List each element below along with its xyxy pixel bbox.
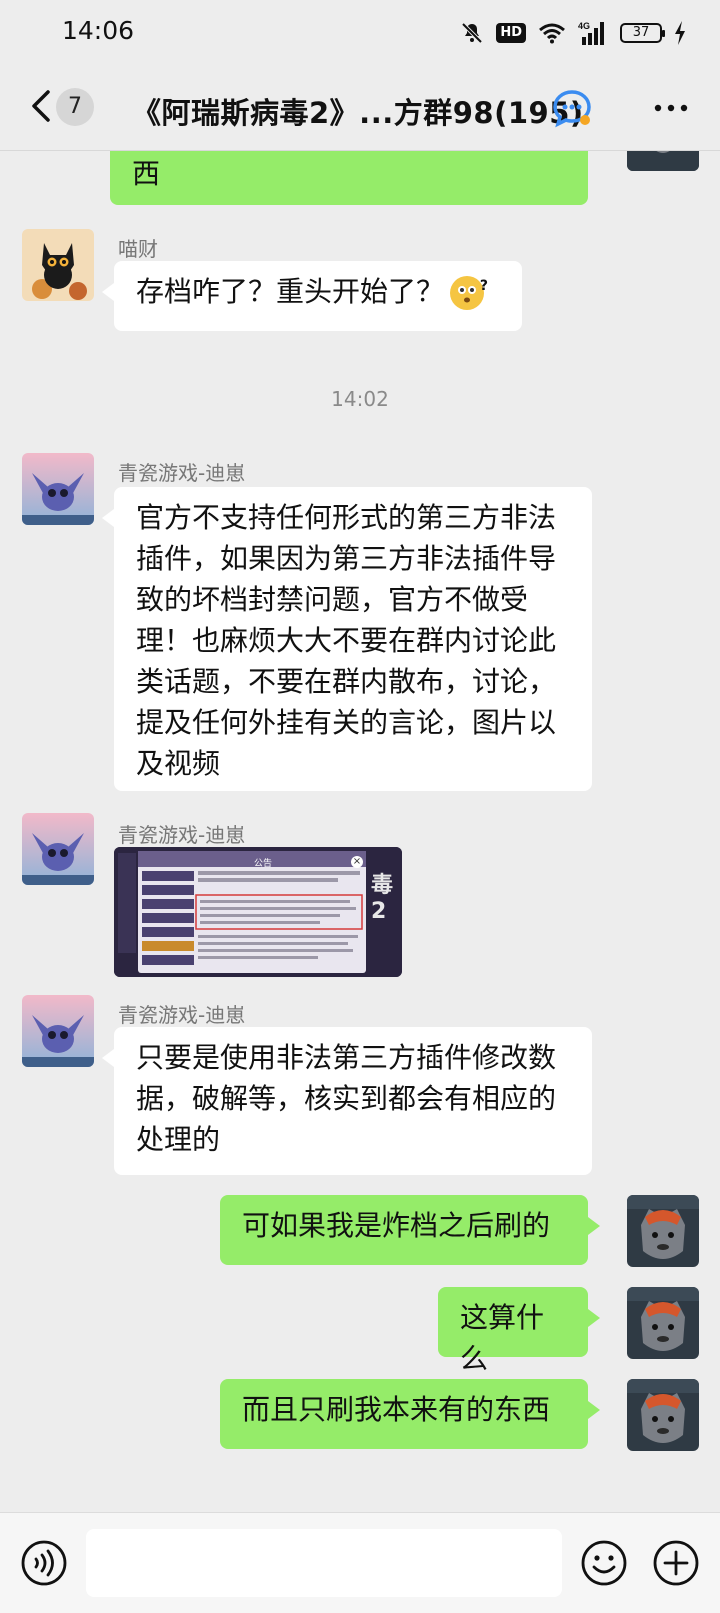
confused-emoji-icon: ? (450, 276, 488, 310)
close-icon: × (351, 856, 363, 868)
status-time: 14:06 (62, 16, 135, 45)
message-text: 只要是使用非法第三方插件修改数据，破解等，核实到都会有相应的处理的 (136, 1041, 557, 1156)
message-text: 官方不支持任何形式的第三方非法插件，如果因为第三方非法插件导致的坏档封禁问题，官… (136, 501, 557, 780)
sender-name: 青瓷游戏-迪崽 (118, 823, 246, 847)
back-icon[interactable] (28, 86, 54, 126)
sender-avatar[interactable] (22, 813, 94, 885)
message-bubble-outgoing[interactable]: 西 (110, 151, 588, 205)
mute-icon (461, 22, 483, 44)
image-game-badge: 毒2 (371, 873, 394, 924)
message-bubble-outgoing[interactable]: 而且只刷我本来有的东西 (220, 1379, 600, 1449)
message-text: 存档咋了？重头开始了？ (136, 275, 445, 308)
more-icon[interactable] (652, 96, 690, 120)
service-icon[interactable] (552, 88, 594, 128)
sender-name: 青瓷游戏-迪崽 (118, 461, 246, 485)
message-text: 而且只刷我本来有的东西 (242, 1393, 551, 1426)
message-text: 可如果我是炸档之后刷的 (242, 1209, 551, 1242)
message-bubble-incoming[interactable]: 存档咋了？重头开始了？? (102, 261, 522, 331)
emoji-icon[interactable] (580, 1539, 628, 1587)
hd-badge: HD (496, 23, 526, 43)
sender-name: 喵财 (118, 237, 158, 261)
status-icons: HD 4G 37 (460, 18, 686, 48)
message-list[interactable]: 西 喵财 存档咋了？重头开始了？? 14:02 青瓷游戏-迪崽 官方不支持任何形… (0, 151, 720, 1511)
charging-icon (675, 21, 685, 45)
sender-avatar[interactable] (22, 995, 94, 1067)
image-notice-title: 公告 (254, 859, 273, 869)
network-label: 4G (578, 21, 590, 31)
message-bubble-incoming[interactable]: 官方不支持任何形式的第三方非法插件，如果因为第三方非法插件导致的坏档封禁问题，官… (102, 487, 592, 791)
message-bubble-outgoing[interactable]: 可如果我是炸档之后刷的 (220, 1195, 600, 1265)
message-bubble-incoming[interactable]: 只要是使用非法第三方插件修改数据，破解等，核实到都会有相应的处理的 (102, 1027, 592, 1175)
message-bubble-outgoing[interactable]: 这算什么 (438, 1287, 600, 1375)
battery-indicator: 37 (620, 23, 665, 43)
chat-header: 7 《阿瑞斯病毒2》...方群98(195) (0, 66, 720, 151)
plus-icon[interactable] (652, 1539, 700, 1587)
image-message[interactable]: 公告 × 毒2 (114, 847, 402, 977)
my-avatar[interactable] (627, 1195, 699, 1267)
sender-avatar[interactable] (22, 229, 94, 301)
message-text: 这算什么 (460, 1301, 545, 1375)
message-input[interactable] (86, 1529, 562, 1597)
my-avatar[interactable] (627, 1379, 699, 1451)
chat-title: 《阿瑞斯病毒2》...方群98(195) (132, 96, 584, 130)
wifi-icon (539, 23, 565, 44)
my-avatar[interactable] (627, 151, 699, 171)
time-separator: 14:02 (331, 387, 389, 411)
sender-name: 青瓷游戏-迪崽 (118, 1003, 246, 1027)
input-bar (0, 1512, 720, 1613)
sender-avatar[interactable] (22, 453, 94, 525)
message-text: 西 (132, 157, 161, 190)
status-bar: 14:06 HD 4G 37 (0, 0, 720, 66)
voice-icon[interactable] (20, 1539, 68, 1587)
unread-count-badge[interactable]: 7 (56, 88, 94, 126)
signal-icon: 4G (578, 21, 604, 45)
my-avatar[interactable] (627, 1287, 699, 1359)
